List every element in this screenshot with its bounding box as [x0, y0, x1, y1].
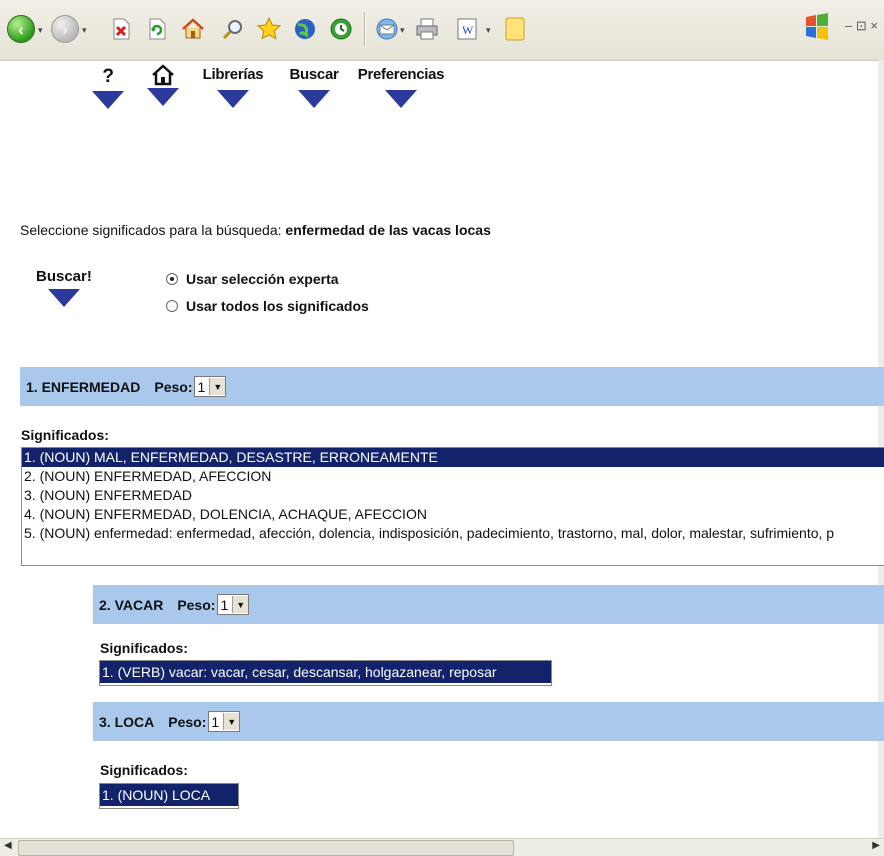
nav-preferencias-label: Preferencias: [357, 66, 445, 83]
horizontal-scrollbar[interactable]: ◀ ▶: [0, 838, 884, 856]
forward-icon: ›: [51, 15, 79, 43]
nav-help[interactable]: ?: [91, 66, 125, 109]
meaning-option[interactable]: 2. (NOUN) ENFERMEDAD, AFECCION: [22, 467, 884, 486]
nav-preferencias[interactable]: Preferencias: [353, 66, 449, 108]
meaning-option[interactable]: 5. (NOUN) enfermedad: enfermedad, afecci…: [22, 524, 884, 543]
edit-button[interactable]: W: [452, 14, 482, 44]
print-icon: [416, 18, 438, 40]
peso-label: Peso:: [154, 378, 193, 395]
buscar-button-label: Buscar!: [36, 268, 92, 285]
peso-label: Peso:: [177, 596, 216, 613]
buscar-button[interactable]: Buscar!: [36, 268, 92, 307]
peso-value: 1: [211, 713, 220, 730]
scroll-right-icon[interactable]: ▶: [872, 840, 880, 851]
chevron-down-icon[interactable]: ▼: [223, 713, 240, 730]
query-text: enfermedad de las vacas locas: [285, 222, 491, 238]
stop-button[interactable]: [106, 14, 136, 44]
term-header-loca: 3. LOCA Peso: 1 ▼: [93, 702, 884, 741]
toolbar-separator: [364, 12, 366, 46]
note-button[interactable]: [500, 14, 530, 44]
term-header-enfermedad: 1. ENFERMEDAD Peso: 1 ▼: [20, 367, 884, 406]
scroll-left-icon[interactable]: ◀: [4, 840, 12, 851]
meanings-list-enfermedad[interactable]: 1. (NOUN) MAL, ENFERMEDAD, DESASTRE, ERR…: [21, 447, 884, 566]
media-icon: [295, 19, 315, 39]
forward-dropdown-icon[interactable]: ▾: [82, 25, 87, 36]
search-icon: [222, 20, 242, 40]
nav-buscar[interactable]: Buscar: [286, 66, 342, 108]
meaning-option[interactable]: 1. (NOUN) LOCA: [100, 784, 238, 806]
back-icon: ‹: [7, 15, 35, 43]
history-button[interactable]: [326, 14, 356, 44]
term-title: 1. ENFERMEDAD: [26, 378, 141, 395]
scrollbar-thumb[interactable]: [18, 840, 514, 856]
radio-all-meanings[interactable]: Usar todos los significados: [166, 298, 369, 314]
favorites-button[interactable]: [254, 14, 284, 44]
buscar-arrow-icon: [47, 289, 80, 307]
home-button[interactable]: [178, 14, 208, 44]
term-title: 3. LOCA: [99, 713, 155, 730]
forward-button[interactable]: ›: [50, 14, 80, 44]
significados-label: Significados:: [100, 762, 188, 778]
chevron-down-icon[interactable]: ▼: [209, 378, 226, 395]
peso-value: 1: [220, 596, 229, 613]
mail-button[interactable]: [372, 14, 402, 44]
stop-icon: [113, 18, 130, 40]
peso-value: 1: [197, 378, 206, 395]
nav-librerias[interactable]: Librerías: [198, 66, 268, 108]
history-icon: [330, 18, 352, 40]
peso-select[interactable]: 1 ▼: [194, 376, 227, 397]
term-title: 2. VACAR: [99, 596, 164, 613]
nav-arrow-icon: [217, 90, 249, 108]
nav-arrow-icon: [92, 91, 124, 109]
peso-label: Peso:: [168, 713, 207, 730]
radio-expert-selection[interactable]: Usar selección experta: [166, 271, 339, 287]
radio-unchecked-icon[interactable]: [166, 300, 178, 312]
meaning-option[interactable]: 1. (NOUN) MAL, ENFERMEDAD, DESASTRE, ERR…: [22, 448, 884, 467]
peso-select[interactable]: 1 ▼: [208, 711, 241, 732]
edit-dropdown-icon[interactable]: ▾: [486, 25, 491, 36]
meanings-list-vacar[interactable]: 1. (VERB) vacar: vacar, cesar, descansar…: [99, 660, 552, 686]
edit-icon: W: [457, 18, 477, 40]
nav-arrow-icon: [298, 90, 330, 108]
help-icon: ?: [102, 66, 114, 87]
note-icon: [505, 17, 525, 41]
radio-all-label: Usar todos los significados: [186, 298, 369, 314]
windows-logo-icon: [806, 13, 828, 40]
browser-toolbar: ‹ ▾ › ▾ ▾ W ▾ – ⊡ ×: [0, 0, 884, 61]
nav-home[interactable]: [146, 64, 180, 106]
chevron-down-icon[interactable]: ▼: [232, 596, 249, 613]
svg-text:W: W: [462, 23, 474, 37]
mail-icon: [376, 18, 398, 40]
significados-label: Significados:: [21, 427, 109, 443]
back-button[interactable]: ‹: [6, 14, 36, 44]
refresh-icon: [149, 18, 166, 40]
favorites-icon: [256, 16, 282, 40]
nav-arrow-icon: [147, 88, 179, 106]
term-header-vacar: 2. VACAR Peso: 1 ▼: [93, 585, 884, 624]
home-icon: [182, 18, 204, 39]
meaning-option[interactable]: 3. (NOUN) ENFERMEDAD: [22, 486, 884, 505]
radio-expert-label: Usar selección experta: [186, 271, 339, 287]
refresh-button[interactable]: [142, 14, 172, 44]
nav-librerias-label: Librerías: [202, 66, 264, 83]
significados-label: Significados:: [100, 640, 188, 656]
radio-checked-icon[interactable]: [166, 273, 178, 285]
window-controls[interactable]: – ⊡ ×: [845, 18, 878, 34]
search-prompt: Seleccione significados para la búsqueda…: [20, 222, 491, 238]
search-button[interactable]: [218, 14, 248, 44]
nav-arrow-icon: [385, 90, 417, 108]
mail-dropdown-icon[interactable]: ▾: [400, 25, 405, 36]
back-dropdown-icon[interactable]: ▾: [38, 25, 43, 36]
print-button[interactable]: [412, 14, 442, 44]
prompt-label: Seleccione significados para la búsqueda…: [20, 222, 282, 238]
nav-buscar-label: Buscar: [289, 66, 339, 83]
meanings-list-loca[interactable]: 1. (NOUN) LOCA: [99, 783, 239, 809]
peso-select[interactable]: 1 ▼: [217, 594, 250, 615]
home-icon: [152, 64, 174, 86]
meaning-option[interactable]: 1. (VERB) vacar: vacar, cesar, descansar…: [100, 661, 551, 683]
media-button[interactable]: [290, 14, 320, 44]
meaning-option[interactable]: 4. (NOUN) ENFERMEDAD, DOLENCIA, ACHAQUE,…: [22, 505, 884, 524]
